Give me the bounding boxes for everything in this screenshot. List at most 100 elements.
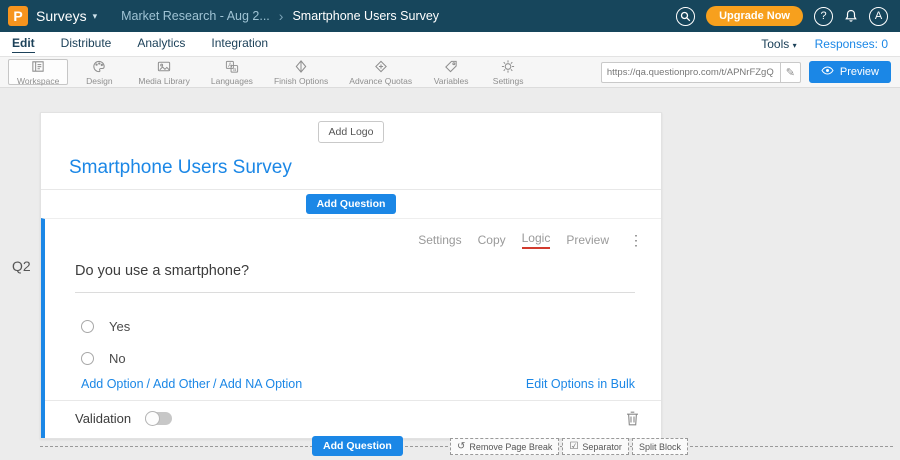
remove-page-break-icon: ↺ [457,441,465,452]
toolbar-item-design[interactable]: Design [73,57,125,87]
edit-url-pencil-icon[interactable]: ✎ [780,63,800,82]
tab-analytics[interactable]: Analytics [137,36,185,52]
toolbar-item-label: Media Library [138,76,190,86]
separator-label: Separator [582,442,622,452]
tag-icon [443,59,459,74]
palette-icon [91,59,107,74]
tab-distribute[interactable]: Distribute [61,36,112,52]
breadcrumb-folder[interactable]: Market Research - Aug 2... [121,9,270,23]
survey-title[interactable]: Smartphone Users Survey [69,157,661,179]
radio-button[interactable] [81,320,94,333]
eye-icon [821,66,834,78]
responses-count-link[interactable]: Responses: 0 [815,37,888,51]
nav-right: Tools ▾ Responses: 0 [761,37,900,51]
user-avatar[interactable]: A [869,7,888,26]
tools-label: Tools [761,37,789,51]
toggle-knob [145,411,160,426]
option-links-row: Add Option/Add Other/Add NA Option Edit … [81,377,635,392]
toolbar-item-label: Workspace [17,76,59,86]
add-option-link[interactable]: Add Option [81,377,144,391]
split-block-label: Split Block [639,442,681,452]
toolbar-item-label: Finish Options [274,76,328,86]
toolbar-item-label: Design [86,76,112,86]
questionpro-logo[interactable]: P [8,6,28,26]
toolbar-item-label: Settings [493,76,524,86]
question-text-input[interactable]: Do you use a smartphone? [75,263,635,293]
add-logo-button[interactable]: Add Logo [318,121,385,143]
chevron-down-icon: ▾ [793,41,797,50]
tools-dropdown[interactable]: Tools ▾ [761,37,796,51]
gear-icon [500,59,516,74]
toolbar-item-variables[interactable]: Variables [425,57,477,87]
add-question-button-bottom[interactable]: Add Question [312,436,403,456]
workspace-icon [30,59,46,74]
tab-edit[interactable]: Edit [12,36,35,53]
top-bar: P Surveys ▾ Market Research - Aug 2... ›… [0,0,900,32]
question-number: Q2 [12,258,31,274]
toolbar-item-label: Variables [434,76,469,86]
image-icon [156,59,172,74]
preview-button[interactable]: Preview [809,61,891,83]
upgrade-now-button[interactable]: Upgrade Now [706,6,803,26]
help-icon[interactable]: ? [814,7,833,26]
toolbar-item-media-library[interactable]: Media Library [130,57,198,87]
radio-button[interactable] [81,352,94,365]
option-row-no: No [81,351,661,365]
toolbar-item-settings[interactable]: Settings [482,57,534,87]
chevron-down-icon: ▾ [93,11,98,22]
option-label[interactable]: Yes [109,319,130,334]
link-separator: / [147,377,150,391]
question-preview-link[interactable]: Preview [566,233,609,247]
surveys-dropdown[interactable]: Surveys ▾ [28,0,111,32]
validation-row: Validation [45,401,661,438]
tab-integration[interactable]: Integration [211,36,268,52]
separator-button[interactable]: ☑ Separator [562,438,629,455]
option-row-yes: Yes [81,319,661,333]
survey-card: Add Logo Smartphone Users Survey Add Que… [40,112,662,439]
quota-diamond-icon [373,59,389,74]
preview-label: Preview [840,66,879,78]
toolbar-item-label: Advance Quotas [349,76,412,86]
surveys-label: Surveys [36,8,87,24]
breadcrumb-chevron-icon: › [279,8,284,24]
question-block: Settings Copy Logic Preview ⋮ Do you use… [41,218,661,438]
main-nav: Edit Distribute Analytics Integration To… [0,32,900,57]
trash-icon[interactable] [626,411,639,426]
breadcrumb-survey-name[interactable]: Smartphone Users Survey [292,9,439,23]
add-na-option-link[interactable]: Add NA Option [220,377,303,391]
remove-page-break-button[interactable]: ↺ Remove Page Break [450,438,559,455]
editor-toolbar: Workspace Design Media Library Aa Langua… [0,57,900,88]
page-break-line: Add Question ↺ Remove Page Break ☑ Separ… [40,446,893,447]
separator-checkbox-icon: ☑ [569,441,578,452]
toolbar-item-finish-options[interactable]: Finish Options [266,57,336,87]
split-block-button[interactable]: Split Block [632,438,688,455]
add-question-row-top: Add Question [41,189,661,218]
question-action-bar: Settings Copy Logic Preview ⋮ [45,219,661,249]
translate-icon: Aa [224,59,240,74]
option-label[interactable]: No [109,351,126,366]
add-option-links: Add Option/Add Other/Add NA Option [81,377,302,392]
kebab-menu-icon[interactable]: ⋮ [629,233,643,247]
toolbar-item-languages[interactable]: Aa Languages [203,57,261,87]
page-break-controls: ↺ Remove Page Break ☑ Separator Split Bl… [450,438,688,455]
add-other-link[interactable]: Add Other [153,377,210,391]
survey-url-input[interactable] [602,63,780,82]
edit-options-bulk-link[interactable]: Edit Options in Bulk [526,377,635,392]
search-icon[interactable] [676,7,695,26]
link-separator: / [213,377,216,391]
toolbar-item-label: Languages [211,76,253,86]
logo-letter: P [13,8,22,24]
question-copy-link[interactable]: Copy [478,233,506,247]
toolbar-item-advance-quotas[interactable]: Advance Quotas [341,57,420,87]
question-logic-link[interactable]: Logic [522,231,551,249]
breadcrumb: Market Research - Aug 2... › Smartphone … [111,8,439,24]
toolbar-item-workspace[interactable]: Workspace [8,59,68,85]
toolbar-right: ✎ Preview [601,57,900,87]
survey-header: Add Logo Smartphone Users Survey [41,113,661,179]
notifications-bell-icon[interactable] [844,9,858,23]
add-question-button-top[interactable]: Add Question [306,194,397,214]
topbar-actions: Upgrade Now ? A [676,6,900,26]
survey-editor-content: Q2 Add Logo Smartphone Users Survey Add … [0,88,900,460]
question-settings-link[interactable]: Settings [418,233,461,247]
validation-toggle[interactable] [145,412,172,425]
